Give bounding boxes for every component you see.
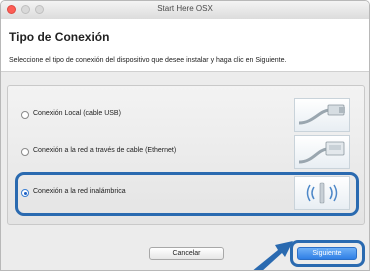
selected-option-highlight (15, 172, 359, 216)
option-usb-label: Conexión Local (cable USB) (33, 110, 121, 117)
title-bar: Start Here OSX (1, 1, 369, 20)
next-button[interactable]: Siguiente (297, 247, 357, 260)
option-ethernet[interactable]: Conexión a la red a través de cable (Eth… (18, 135, 354, 169)
option-ethernet-label: Conexión a la red a través de cable (Eth… (33, 147, 177, 154)
header: Tipo de Conexión Seleccione el tipo de c… (1, 19, 369, 72)
cancel-button[interactable]: Cancelar (149, 247, 224, 260)
option-usb[interactable]: Conexión Local (cable USB) (18, 98, 354, 132)
usb-cable-icon (294, 98, 350, 132)
radio-usb[interactable] (21, 111, 29, 119)
pointer-arrow-icon (253, 241, 293, 270)
ethernet-cable-icon (294, 135, 350, 169)
page-title: Tipo de Conexión (9, 30, 110, 44)
radio-ethernet[interactable] (21, 148, 29, 156)
instruction-text: Seleccione el tipo de conexión del dispo… (9, 57, 287, 64)
window-title: Start Here OSX (157, 4, 213, 13)
installer-window: Start Here OSX Tipo de Conexión Seleccio… (0, 0, 370, 271)
